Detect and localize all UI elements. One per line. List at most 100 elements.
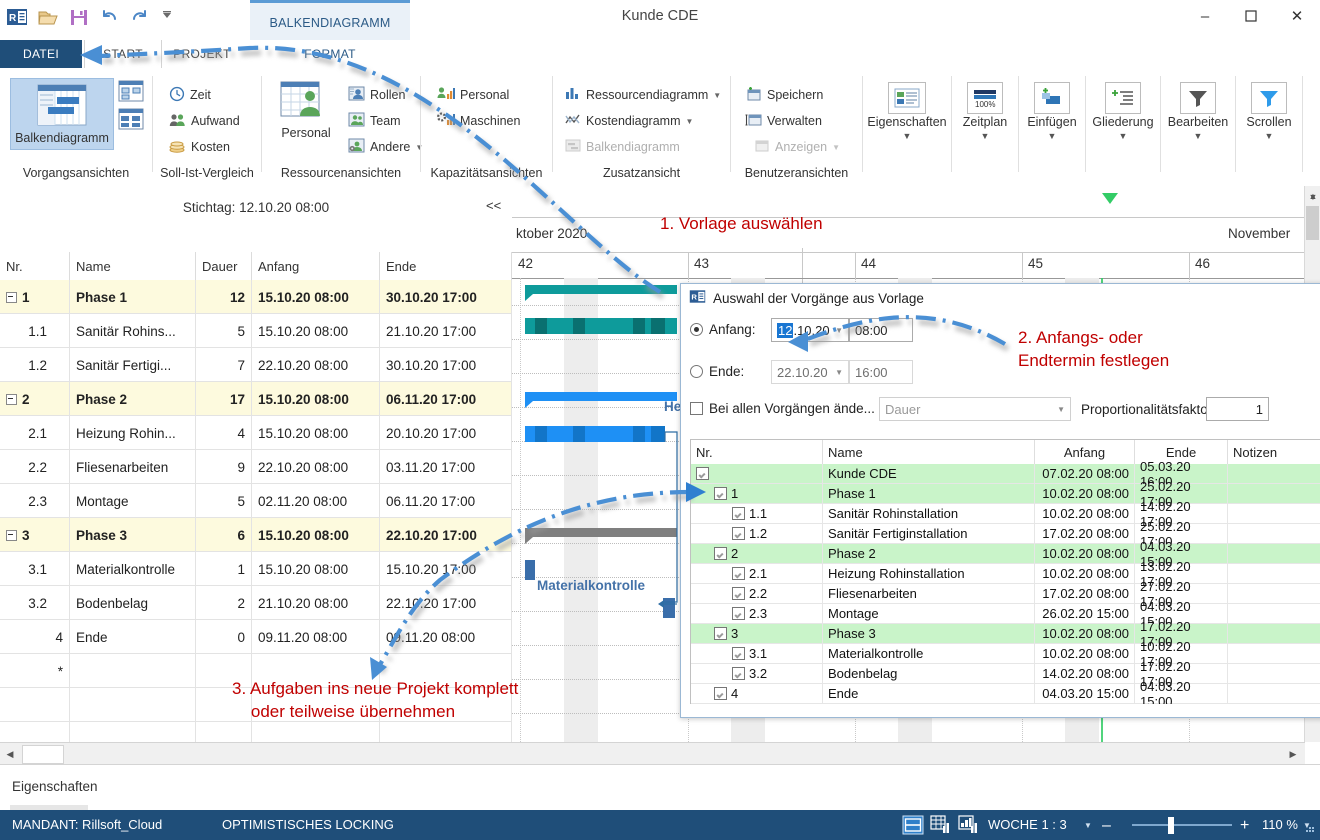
zoom-in-button[interactable]: + — [1240, 817, 1249, 835]
dialog-table-row[interactable]: 4 Ende 04.03.20 15:00 04.03.20 15:00 — [691, 679, 1320, 704]
zeitplan-button[interactable]: 100% Zeitplan ▼ — [952, 82, 1018, 141]
task-cell-ende[interactable]: 20.10.20 17:00 — [380, 416, 512, 450]
expander-icon[interactable] — [6, 291, 17, 303]
dialog-table-row[interactable]: 2.1 Heizung Rohinstallation 10.02.20 08:00… — [691, 559, 1320, 589]
zoom-slider-thumb[interactable] — [1168, 817, 1174, 834]
horizontal-scrollbar[interactable]: ◀ ▶ — [0, 742, 1305, 765]
task-cell-ende[interactable]: 22.10.20 17:00 — [380, 586, 512, 620]
dialog-table-row[interactable]: 2 Phase 2 10.02.20 08:00 04.03.20 15:00 — [691, 539, 1320, 569]
dialog-table-row[interactable]: 2.3 Montage 26.02.20 15:00 04.03.20 15:00 — [691, 599, 1320, 629]
task-grid[interactable]: Nr. Name Dauer Anfang Ende 1 Phase 1 12 15.… — [0, 252, 512, 756]
task-row[interactable]: 4 Ende 0 09.11.20 08:00 09.11.20 08:00 — [0, 620, 512, 654]
task-cell-nr[interactable]: 3 — [0, 518, 70, 552]
task-row[interactable]: 3 Phase 3 6 15.10.20 08:00 22.10.20 17:00 — [0, 518, 512, 552]
task-cell-nr[interactable]: 1.1 — [0, 314, 70, 348]
task-cell-name[interactable]: Materialkontrolle — [70, 552, 196, 586]
vorlage-dialog[interactable]: R Auswahl der Vorgänge aus Vorlage Anfan… — [680, 283, 1320, 718]
dialog-cell-notizen[interactable] — [1228, 504, 1320, 523]
dialog-cell-notizen[interactable] — [1228, 524, 1320, 543]
task-cell-dauer[interactable]: 0 — [196, 620, 252, 654]
dialog-cell-notizen[interactable] — [1228, 484, 1320, 503]
dialog-cell-nr[interactable]: 1.2 — [691, 524, 823, 543]
task-cell-nr[interactable]: 2.2 — [0, 450, 70, 484]
scroll-thumb[interactable] — [1306, 206, 1319, 240]
task-cell-ende[interactable]: 21.10.20 17:00 — [380, 314, 512, 348]
dialog-cell-name[interactable]: Materialkontrolle — [823, 644, 1035, 663]
dialog-table-row[interactable]: 3.2 Bodenbelag 14.02.20 08:00 17.02.20 17:0… — [691, 659, 1320, 689]
dlg-col-nr[interactable]: Nr. — [691, 440, 823, 464]
task-cell-name[interactable]: Phase 3 — [70, 518, 196, 552]
scale-chevron-down-icon[interactable]: ▼ — [1084, 821, 1092, 830]
dialog-cell-nr[interactable]: 2 — [691, 544, 823, 563]
dlg-col-notizen[interactable]: Notizen — [1228, 440, 1320, 464]
col-header-nr[interactable]: Nr. — [0, 252, 70, 280]
bearbeiten-button[interactable]: Bearbeiten ▼ — [1161, 82, 1235, 141]
expander-icon[interactable] — [6, 393, 17, 405]
dialog-cell-anfang[interactable]: 10.02.20 08:00 — [1035, 644, 1135, 663]
zoom-out-button[interactable]: – — [1102, 817, 1111, 835]
task-cell-dauer[interactable]: 1 — [196, 552, 252, 586]
dialog-cell-nr[interactable]: 3 — [691, 624, 823, 643]
row-checkbox[interactable] — [714, 487, 727, 500]
task-row[interactable]: 2 Phase 2 17 15.10.20 08:00 06.11.20 17:00 — [0, 382, 512, 416]
task-row[interactable]: 3.1 Materialkontrolle 1 15.10.20 08:00 15.10… — [0, 552, 512, 586]
verwalten-button[interactable]: Verwalten — [745, 108, 822, 134]
task-cell-nr[interactable] — [0, 688, 70, 722]
dialog-cell-notizen[interactable] — [1228, 564, 1320, 583]
chevron-down-icon[interactable]: ▼ — [1048, 131, 1057, 141]
properties-tab-label[interactable]: Eigenschaften — [12, 779, 98, 794]
dlg-col-anfang[interactable]: Anfang — [1035, 440, 1135, 464]
expander-icon[interactable] — [6, 529, 17, 541]
row-checkbox[interactable] — [732, 647, 745, 660]
tab-datei[interactable]: DATEI — [0, 40, 82, 68]
dialog-cell-anfang[interactable]: 17.02.20 08:00 — [1035, 524, 1135, 543]
ende-time-input[interactable]: 16:00 — [849, 360, 913, 384]
row-checkbox[interactable] — [714, 627, 727, 640]
dialog-cell-name[interactable]: Bodenbelag — [823, 664, 1035, 683]
change-all-row[interactable]: Bei allen Vorgängen ände... — [690, 401, 875, 416]
chevron-down-icon[interactable]: ▼ — [835, 368, 843, 377]
task-cell-anfang[interactable]: 09.11.20 08:00 — [252, 620, 380, 654]
task-cell-ende[interactable]: 22.10.20 17:00 — [380, 518, 512, 552]
task-cell-name[interactable]: Phase 2 — [70, 382, 196, 416]
task-row[interactable]: 2.2 Fliesenarbeiten 9 22.10.20 08:00 03.11.2… — [0, 450, 512, 484]
dialog-cell-anfang[interactable]: 17.02.20 08:00 — [1035, 584, 1135, 603]
ressourcendiagramm-button[interactable]: Ressourcendiagramm ▼ — [565, 82, 721, 108]
task-row[interactable]: 1.2 Sanitär Fertigi... 7 22.10.20 08:00 30.1… — [0, 348, 512, 382]
dialog-cell-name[interactable]: Montage — [823, 604, 1035, 623]
personal-button[interactable]: Personal — [268, 80, 344, 141]
chevron-down-icon[interactable]: ▼ — [1057, 405, 1065, 414]
task-cell-dauer[interactable]: 2 — [196, 586, 252, 620]
table-chart-icon[interactable] — [930, 815, 952, 838]
einfuegen-button[interactable]: Einfügen ▼ — [1019, 82, 1085, 141]
task-row[interactable]: 3.2 Bodenbelag 2 21.10.20 08:00 22.10.20 17:… — [0, 586, 512, 620]
tab-format[interactable]: FORMAT — [250, 40, 410, 68]
dialog-cell-anfang[interactable]: 14.02.20 08:00 — [1035, 664, 1135, 683]
col-header-name[interactable]: Name — [70, 252, 196, 280]
task-cell-nr[interactable]: 1 — [0, 280, 70, 314]
task-cell-ende[interactable]: 06.11.20 17:00 — [380, 382, 512, 416]
task-row[interactable]: 2.3 Montage 5 02.11.20 08:00 06.11.20 17:00 — [0, 484, 512, 518]
scroll-left-button[interactable]: ◀ — [2, 746, 18, 762]
tab-projekt[interactable]: PROJEKT — [162, 40, 242, 68]
row-checkbox[interactable] — [732, 607, 745, 620]
minimize-button[interactable]: – — [1182, 0, 1228, 32]
dialog-cell-name[interactable]: Phase 2 — [823, 544, 1035, 563]
task-cell-anfang[interactable]: 22.10.20 08:00 — [252, 348, 380, 382]
task-cell-nr[interactable]: * — [0, 654, 70, 688]
dialog-table-row[interactable]: 2.2 Fliesenarbeiten 17.02.20 08:00 27.02.20… — [691, 579, 1320, 609]
task-cell-dauer[interactable]: 5 — [196, 484, 252, 518]
dialog-table-row[interactable]: 1.1 Sanitär Rohinstallation 10.02.20 08:00… — [691, 499, 1320, 529]
task-row[interactable]: 2.1 Heizung Rohin... 4 15.10.20 08:00 20.10.… — [0, 416, 512, 450]
close-button[interactable]: ✕ — [1274, 0, 1320, 32]
task-cell-name[interactable]: Bodenbelag — [70, 586, 196, 620]
task-cell-nr[interactable]: 4 — [0, 620, 70, 654]
task-cell-anfang[interactable]: 15.10.20 08:00 — [252, 382, 380, 416]
zeit-button[interactable]: Zeit — [169, 82, 211, 108]
dialog-cell-nr[interactable]: 3.1 — [691, 644, 823, 663]
dialog-cell-nr[interactable]: 3.2 — [691, 664, 823, 683]
kapazitaet-personal-button[interactable]: Personal — [437, 82, 509, 108]
task-cell-nr[interactable]: 2.3 — [0, 484, 70, 518]
ende-row[interactable]: Ende: — [690, 364, 767, 379]
row-checkbox[interactable] — [732, 667, 745, 680]
